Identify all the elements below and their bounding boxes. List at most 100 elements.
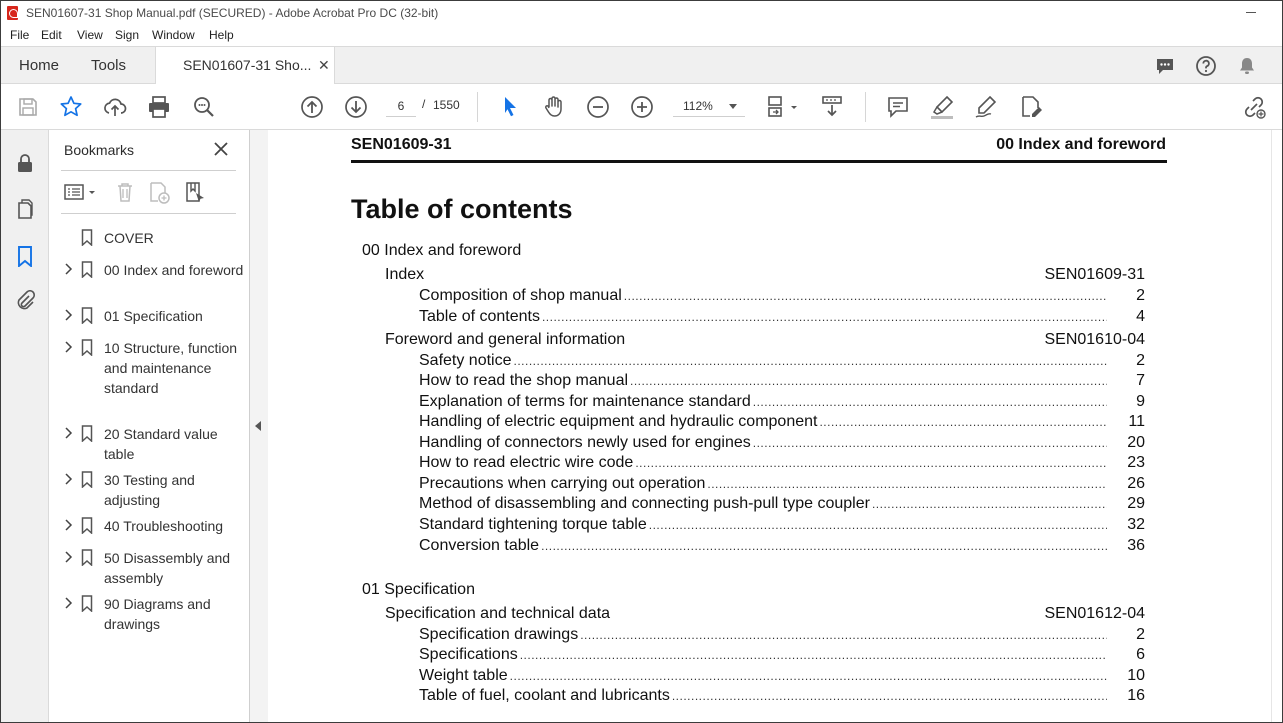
toc-section-title[interactable]: 01 Specification: [362, 581, 475, 601]
previous-page-icon[interactable]: [299, 94, 325, 120]
toc-entry[interactable]: Safety notice 2: [419, 352, 1145, 372]
toc-entry[interactable]: Precautions when carrying out operation 2…: [419, 475, 1145, 495]
panel-divider: [61, 213, 236, 214]
zoom-level-dropdown[interactable]: 112%: [673, 95, 745, 117]
notification-bell-icon[interactable]: [1236, 55, 1258, 77]
hand-pan-icon[interactable]: [541, 94, 567, 120]
draw-sign-icon[interactable]: [973, 94, 999, 120]
vertical-scrollbar[interactable]: [1271, 130, 1282, 722]
toc-leader-dots: [624, 287, 1107, 305]
chevron-right-icon[interactable]: [63, 550, 73, 564]
upload-cloud-icon[interactable]: [102, 94, 128, 120]
toc-entry[interactable]: Table of fuel, coolant and lubricants 16: [419, 687, 1145, 707]
page-thumbnails-icon[interactable]: [14, 198, 36, 220]
toc-leader-dots: [514, 352, 1108, 370]
main-toolbar: / 1550 112%: [1, 84, 1282, 130]
toc-entry[interactable]: How to read electric wire code 23: [419, 454, 1145, 474]
save-icon[interactable]: [15, 94, 41, 120]
menu-view[interactable]: View: [77, 28, 103, 42]
close-tab-icon[interactable]: ✕: [318, 57, 330, 74]
bookmarks-panel-icon[interactable]: [14, 245, 36, 267]
chevron-right-icon[interactable]: [63, 262, 73, 276]
chevron-right-icon[interactable]: [63, 596, 73, 610]
minimize-icon[interactable]: [1246, 12, 1256, 13]
toc-entry[interactable]: Method of disassembling and connecting p…: [419, 495, 1145, 515]
toc-entry-title: Table of contents: [419, 308, 540, 325]
help-icon[interactable]: [1195, 55, 1217, 77]
toc-entry-page: 16: [1127, 687, 1145, 704]
toc-entry[interactable]: Conversion table 36: [419, 537, 1145, 557]
attachments-paperclip-icon[interactable]: [14, 290, 36, 312]
tab-document[interactable]: SEN01607-31 Sho... ✕: [155, 47, 335, 85]
page-number-input[interactable]: [386, 95, 416, 117]
menu-sign[interactable]: Sign: [115, 28, 139, 42]
toc-group-code: SEN01609-31: [1044, 266, 1145, 283]
document-view[interactable]: SEN01609-31 00 Index and foreword Table …: [268, 130, 1271, 722]
toc-leader-dots: [672, 687, 1107, 705]
toc-entry[interactable]: Explanation of terms for maintenance sta…: [419, 393, 1145, 413]
toc-group-row[interactable]: Foreword and general information SEN0161…: [385, 331, 1145, 351]
toc-entry[interactable]: Specifications 6: [419, 646, 1145, 666]
toc-entry[interactable]: Handling of connectors newly used for en…: [419, 434, 1145, 454]
toc-entry[interactable]: Handling of electric equipment and hydra…: [419, 413, 1145, 433]
toc-entry-page: 2: [1136, 352, 1145, 369]
tab-home[interactable]: Home: [19, 47, 59, 84]
comment-bubble-icon[interactable]: [1154, 55, 1176, 77]
star-bookmark-icon[interactable]: [58, 94, 84, 120]
toc-group-row[interactable]: Index SEN01609-31: [385, 266, 1145, 286]
chevron-right-icon[interactable]: [63, 426, 73, 440]
toc-entry[interactable]: Weight table 10: [419, 667, 1145, 687]
toc-entry[interactable]: Table of contents 4: [419, 308, 1145, 328]
page-fit-icon[interactable]: [765, 94, 801, 120]
lock-icon[interactable]: [14, 152, 36, 174]
chevron-right-icon[interactable]: [63, 308, 73, 322]
menu-file[interactable]: File: [10, 28, 29, 42]
bookmark-item-label: 01 Specification: [104, 308, 203, 324]
doc-header-rule: [351, 160, 1167, 163]
toc-entry[interactable]: Standard tightening torque table 32: [419, 516, 1145, 536]
toc-section-title[interactable]: 00 Index and foreword: [362, 242, 521, 262]
zoom-out-icon[interactable]: [585, 94, 611, 120]
toc-entry-title: Weight table: [419, 667, 508, 684]
edit-pdf-icon[interactable]: [1017, 94, 1043, 120]
acrobat-window: SEN01607-31 Shop Manual.pdf (SECURED) - …: [0, 0, 1283, 723]
scroll-mode-icon[interactable]: [819, 94, 845, 120]
bookmark-flag-icon: [81, 549, 93, 566]
delete-bookmark-icon[interactable]: [113, 180, 137, 204]
page-total: 1550: [433, 98, 460, 112]
toc-entry[interactable]: How to read the shop manual 7: [419, 372, 1145, 392]
toc-entry[interactable]: Composition of shop manual 2: [419, 287, 1145, 307]
chevron-right-icon[interactable]: [63, 518, 73, 532]
chevron-right-icon[interactable]: [63, 472, 73, 486]
zoom-in-icon[interactable]: [629, 94, 655, 120]
toc-entry-page: 2: [1136, 287, 1145, 304]
chevron-right-icon[interactable]: [63, 340, 73, 354]
bookmark-from-selection-icon[interactable]: [183, 180, 207, 204]
new-bookmark-icon[interactable]: [147, 180, 171, 204]
title-bar: SEN01607-31 Shop Manual.pdf (SECURED) - …: [1, 1, 1282, 26]
toc-entry-page: 23: [1127, 454, 1145, 471]
menu-bar: File Edit View Sign Window Help: [1, 26, 1282, 46]
toc-leader-dots: [635, 454, 1107, 472]
toc-entry[interactable]: Specification drawings 2: [419, 626, 1145, 646]
toc-group-row[interactable]: Specification and technical data SEN0161…: [385, 605, 1145, 625]
search-zoom-icon[interactable]: [191, 94, 217, 120]
print-icon[interactable]: [146, 94, 172, 120]
collapse-panel-handle[interactable]: [250, 130, 268, 722]
toc-leader-dots: [580, 626, 1107, 644]
select-cursor-icon[interactable]: [497, 94, 523, 120]
doc-header-code: SEN01609-31: [351, 136, 452, 153]
bookmark-item-label: 10 Structure, function and maintenance s…: [104, 340, 238, 396]
close-panel-icon[interactable]: [212, 140, 230, 158]
toc-leader-dots: [630, 372, 1107, 390]
highlighter-icon[interactable]: [929, 94, 955, 120]
menu-window[interactable]: Window: [152, 28, 195, 42]
next-page-icon[interactable]: [343, 94, 369, 120]
tab-tools[interactable]: Tools: [91, 47, 126, 84]
bookmarks-panel-title: Bookmarks: [64, 142, 135, 158]
bookmark-options-icon[interactable]: [63, 180, 99, 204]
menu-edit[interactable]: Edit: [41, 28, 62, 42]
menu-help[interactable]: Help: [209, 28, 234, 42]
add-comment-icon[interactable]: [885, 94, 911, 120]
share-link-icon[interactable]: [1241, 94, 1267, 120]
